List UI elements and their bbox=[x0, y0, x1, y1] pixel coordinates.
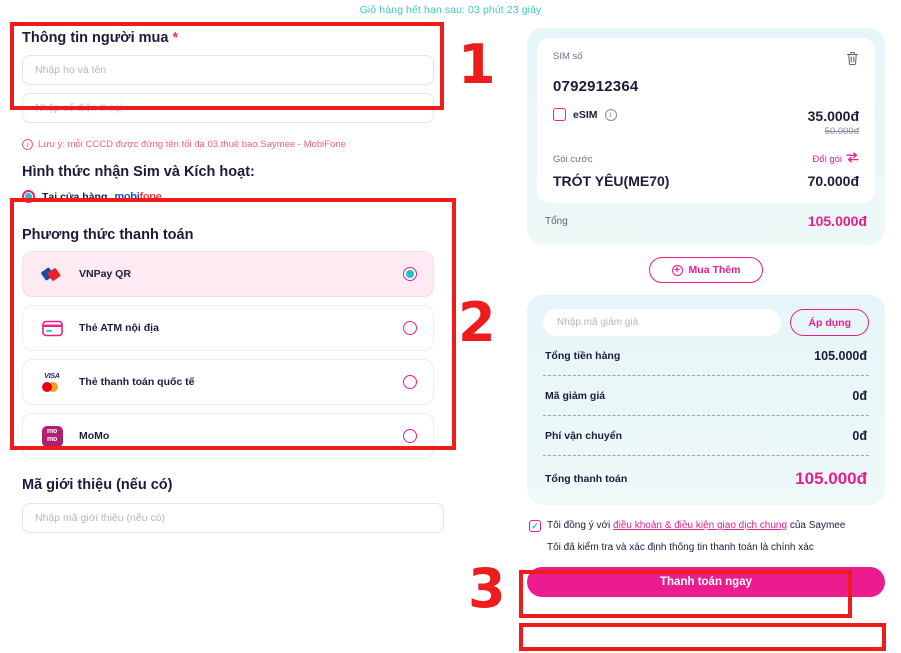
summary-row: Mã giảm giá 0đ bbox=[543, 376, 869, 403]
summary-label: Phí vận chuyển bbox=[545, 430, 623, 442]
summary-label: Tổng thanh toán bbox=[545, 473, 628, 485]
terms-section: ✓ Tôi đồng ý với điều khoản & điều kiện … bbox=[527, 520, 885, 553]
buyer-info-title: Thông tin người mua * bbox=[22, 30, 434, 46]
info-icon[interactable]: i bbox=[604, 108, 617, 121]
mobifone-logo-prefix: mobi bbox=[114, 190, 140, 203]
radio-icon[interactable] bbox=[22, 190, 35, 203]
summary-row-grand-total: Tổng thanh toán 105.000đ bbox=[543, 456, 869, 489]
change-package-label: Đổi gói bbox=[812, 153, 842, 165]
annotation-number-1: 1 bbox=[458, 33, 496, 96]
sim-card: SIM số 0792912364 eSIM i 35.000đ 50.000đ… bbox=[537, 38, 875, 203]
info-icon: i bbox=[22, 139, 33, 150]
radio-icon[interactable] bbox=[403, 429, 417, 443]
cart-expiry-timer: Giỏ hàng hết hạn sau: 03 phút 23 giây bbox=[359, 4, 542, 16]
referral-title: Mã giới thiệu (nếu có) bbox=[22, 477, 173, 493]
delivery-option-label: Tại cửa hàng bbox=[42, 190, 108, 203]
cart-total-label: Tổng bbox=[545, 215, 568, 227]
radio-icon[interactable] bbox=[403, 267, 417, 281]
payment-option-atm[interactable]: Thẻ ATM nội địa bbox=[22, 305, 434, 351]
delivery-title: Hình thức nhận Sim và Kích hoạt: bbox=[22, 164, 255, 180]
cart-panel: SIM số 0792912364 eSIM i 35.000đ 50.000đ… bbox=[527, 28, 885, 245]
delivery-option-store[interactable]: Tại cửa hàng mobifone bbox=[22, 190, 444, 203]
summary-value: 105.000đ bbox=[814, 349, 867, 363]
plus-circle-icon: + bbox=[671, 264, 683, 276]
payment-option-label: VNPay QR bbox=[79, 268, 131, 280]
vnpay-icon bbox=[39, 263, 65, 285]
promo-code-input[interactable]: Nhập mã giảm giá bbox=[543, 309, 782, 336]
buy-more-button[interactable]: + Mua Thêm bbox=[648, 257, 764, 283]
esim-label: eSIM bbox=[573, 108, 598, 121]
terms-suffix: của Saymee bbox=[787, 520, 846, 531]
cart-total-value: 105.000đ bbox=[807, 213, 867, 229]
terms-link[interactable]: điều khoản & điều kiện giao dịch chung bbox=[613, 520, 787, 531]
annotation-number-2: 2 bbox=[458, 291, 496, 354]
radio-icon[interactable] bbox=[403, 321, 417, 335]
annotation-number-3: 3 bbox=[468, 557, 506, 620]
terms-prefix: Tôi đồng ý với bbox=[547, 520, 614, 531]
cart-total-row: Tổng 105.000đ bbox=[537, 203, 875, 235]
buyer-note-text: Lưu ý: mỗi CCCD được đứng tên tối đa 03 … bbox=[38, 139, 346, 150]
required-asterisk: * bbox=[172, 30, 179, 46]
annotation-box-pay bbox=[519, 623, 886, 651]
mobifone-logo-suffix: fone bbox=[139, 190, 162, 203]
sim-price-original: 50.000đ bbox=[824, 126, 859, 137]
summary-row: Tổng tiền hàng 105.000đ bbox=[543, 336, 869, 363]
summary-value: 105.000đ bbox=[795, 469, 867, 488]
full-name-input[interactable]: Nhập họ và tên bbox=[22, 55, 434, 85]
momo-icon: mo mo bbox=[39, 425, 65, 447]
payment-method-section: Phương thức thanh toán VNPay QR Thẻ ATM … bbox=[12, 219, 444, 469]
package-price: 70.000đ bbox=[807, 173, 859, 189]
terms-checkbox[interactable]: ✓ bbox=[529, 520, 541, 532]
summary-value: 0đ bbox=[852, 389, 867, 403]
apply-promo-button[interactable]: Áp dụng bbox=[790, 309, 869, 336]
package-label: Gói cước bbox=[553, 153, 593, 165]
right-column: SIM số 0792912364 eSIM i 35.000đ 50.000đ… bbox=[527, 28, 885, 597]
terms-second-line: Tôi đã kiểm tra và xác định thông tin th… bbox=[547, 542, 814, 553]
trash-icon[interactable] bbox=[846, 51, 859, 71]
buyer-info-title-text: Thông tin người mua bbox=[22, 30, 169, 46]
sim-number-label: SIM số bbox=[553, 51, 583, 62]
payment-option-vnpay[interactable]: VNPay QR bbox=[22, 251, 434, 297]
terms-text: Tôi đồng ý với điều khoản & điều kiện gi… bbox=[547, 520, 845, 531]
change-package-button[interactable]: Đổi gói bbox=[812, 152, 859, 166]
checkout-page: Giỏ hàng hết hạn sau: 03 phút 23 giây Th… bbox=[0, 0, 901, 653]
payment-method-list: VNPay QR Thẻ ATM nội địa VISA Thẻ thanh … bbox=[22, 251, 434, 459]
package-name: TRÓT YÊU(ME70) bbox=[553, 173, 670, 189]
buyer-info-section: Thông tin người mua * Nhập họ và tên Nhậ… bbox=[12, 22, 444, 133]
payment-method-title: Phương thức thanh toán bbox=[22, 227, 194, 243]
atm-card-icon bbox=[39, 317, 65, 339]
payment-option-momo[interactable]: mo mo MoMo bbox=[22, 413, 434, 459]
payment-option-label: MoMo bbox=[79, 430, 110, 442]
payment-option-label: Thẻ thanh toán quốc tế bbox=[79, 376, 195, 388]
esim-checkbox[interactable] bbox=[553, 108, 566, 121]
radio-icon[interactable] bbox=[403, 375, 417, 389]
sim-price: 35.000đ bbox=[807, 108, 859, 124]
summary-panel: Nhập mã giảm giá Áp dụng Tổng tiền hàng … bbox=[527, 295, 885, 505]
payment-option-international-card[interactable]: VISA Thẻ thanh toán quốc tế bbox=[22, 359, 434, 405]
summary-value: 0đ bbox=[852, 429, 867, 443]
summary-row: Phí vận chuyển 0đ bbox=[543, 416, 869, 443]
pay-now-button[interactable]: Thanh toán ngay bbox=[527, 567, 885, 597]
visa-mastercard-icon: VISA bbox=[39, 371, 65, 393]
left-column: Thông tin người mua * Nhập họ và tên Nhậ… bbox=[12, 22, 444, 533]
swap-arrows-icon bbox=[846, 152, 859, 166]
sim-number-value: 0792912364 bbox=[553, 78, 639, 95]
summary-label: Tổng tiền hàng bbox=[545, 350, 621, 362]
phone-number-input[interactable]: Nhập số điện thoại bbox=[22, 93, 434, 123]
payment-option-label: Thẻ ATM nội địa bbox=[79, 322, 159, 334]
referral-code-input[interactable]: Nhập mã giới thiệu (nếu có) bbox=[22, 503, 444, 533]
buy-more-label: Mua Thêm bbox=[688, 264, 741, 276]
summary-label: Mã giảm giá bbox=[545, 390, 606, 402]
buyer-note: i Lưu ý: mỗi CCCD được đứng tên tối đa 0… bbox=[12, 139, 444, 150]
mobifone-logo: mobifone bbox=[114, 191, 161, 203]
